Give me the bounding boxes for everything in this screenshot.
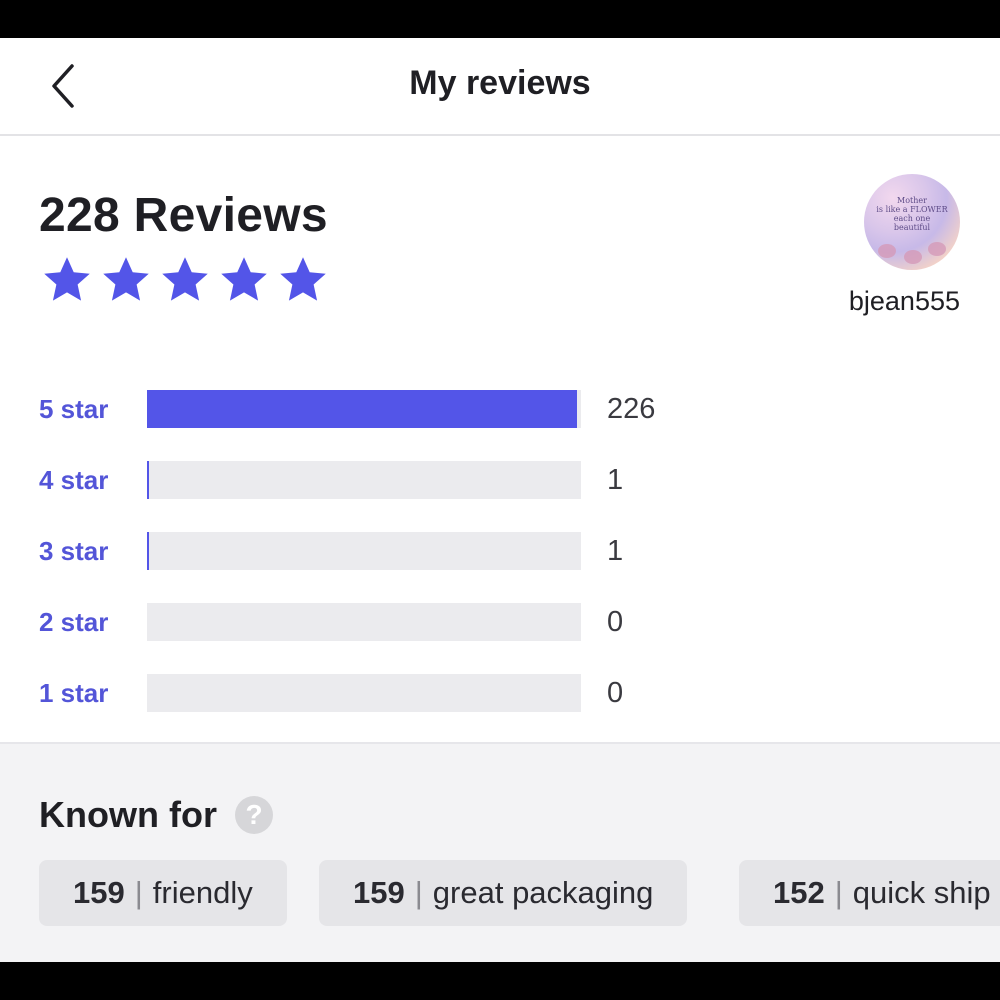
review-summary: 228 Reviews Mother is like a FLOWER each o…	[0, 136, 1000, 742]
known-for-chip-great-packaging[interactable]: 159 | great packaging	[319, 860, 688, 926]
chip-separator: |	[834, 875, 843, 910]
known-for-chip-quick-ship[interactable]: 152 | quick ship	[739, 860, 1000, 926]
rating-row-1[interactable]: 1 star 0	[39, 674, 623, 712]
rating-bar-fill	[147, 532, 149, 570]
chip-separator: |	[414, 875, 423, 910]
rating-bar-fill	[147, 461, 149, 499]
flower-decoration	[878, 244, 896, 258]
username[interactable]: bjean555	[820, 286, 960, 317]
rating-bar-track	[147, 461, 581, 499]
reviews-screen: My reviews 228 Reviews Mother is like a F…	[0, 38, 1000, 962]
rating-row-3[interactable]: 3 star 1	[39, 532, 623, 570]
rating-bar-track	[147, 674, 581, 712]
question-mark-icon[interactable]: ?	[235, 796, 273, 834]
rating-bar-track	[147, 390, 581, 428]
star-icon	[44, 257, 90, 301]
rating-count: 0	[607, 605, 624, 638]
star-icon	[221, 257, 267, 301]
chip-label: friendly	[152, 875, 253, 910]
rating-bar-track	[147, 603, 581, 641]
avatar-text: Mother is like a FLOWER each one beautiful	[876, 196, 948, 232]
known-for-section: Known for ? 159 | friendly 159 | great packa…	[0, 742, 1000, 962]
review-count: 228 Reviews	[39, 189, 328, 242]
rating-label: 4 star	[39, 464, 109, 495]
star-icon	[280, 257, 326, 301]
rating-row-2[interactable]: 2 star 0	[39, 603, 623, 641]
rating-count: 1	[607, 534, 624, 567]
rating-count: 1	[607, 463, 624, 496]
rating-row-5[interactable]: 5 star 226	[39, 390, 655, 428]
rating-label: 2 star	[39, 606, 109, 637]
chip-label: great packaging	[432, 875, 654, 910]
known-for-title: Known for	[39, 794, 217, 835]
avatar[interactable]: Mother is like a FLOWER each one beautiful	[864, 174, 960, 270]
chip-label: quick ship	[852, 875, 991, 910]
chip-count: 159	[73, 875, 125, 910]
rating-count: 0	[607, 676, 624, 709]
rating-bar-track	[147, 532, 581, 570]
rating-label: 1 star	[39, 677, 109, 708]
page-title: My reviews	[409, 64, 591, 102]
flower-decoration	[928, 242, 946, 256]
known-for-chip-friendly[interactable]: 159 | friendly	[39, 860, 287, 926]
flower-decoration	[904, 250, 922, 264]
chip-count: 159	[353, 875, 405, 910]
rating-label: 3 star	[39, 535, 109, 566]
rating-bar-fill	[147, 390, 578, 428]
star-icon	[162, 257, 208, 301]
chip-count: 152	[773, 875, 825, 910]
top-bar: My reviews	[0, 38, 1000, 136]
star-rating	[40, 254, 330, 306]
rating-label: 5 star	[39, 393, 109, 424]
rating-count: 226	[607, 392, 656, 425]
chip-separator: |	[134, 875, 143, 910]
rating-row-4[interactable]: 4 star 1	[39, 461, 623, 499]
star-icon	[103, 257, 149, 301]
